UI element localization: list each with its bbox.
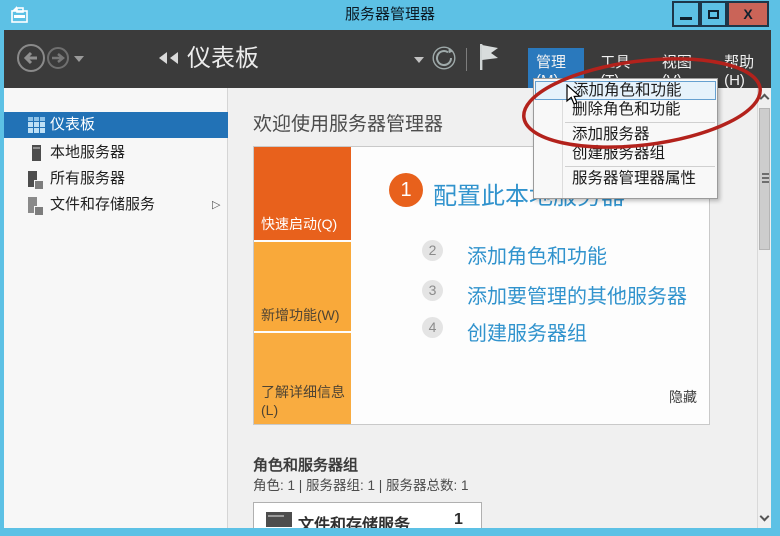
welcome-heading: 欢迎使用服务器管理器 — [253, 114, 444, 135]
sidebar: 仪表板 本地服务器 所有服务器 文件和存储服务 ▷ — [4, 88, 228, 528]
vertical-scrollbar[interactable] — [757, 88, 771, 528]
roles-groups-stats: 角色: 1 | 服务器组: 1 | 服务器总数: 1 — [253, 478, 469, 493]
expand-arrow-icon[interactable]: ▷ — [212, 192, 220, 218]
step-2-link[interactable]: 添加角色和功能 — [467, 240, 607, 269]
toolbar-divider — [466, 48, 467, 71]
scroll-down-icon[interactable] — [759, 511, 770, 522]
forward-icon[interactable] — [46, 46, 70, 70]
all-servers-icon — [28, 171, 44, 190]
notifications-flag-icon[interactable] — [478, 42, 500, 72]
learn-more-tile[interactable]: 了解详细信息(L) — [254, 333, 351, 424]
menu-item-add-roles-features[interactable]: 添加角色和功能 — [535, 81, 716, 100]
scroll-up-icon[interactable] — [759, 93, 770, 104]
step-3-link[interactable]: 添加要管理的其他服务器 — [467, 280, 687, 309]
menu-item-remove-roles-features[interactable]: 删除角色和功能 — [535, 100, 716, 119]
file-storage-icon — [28, 197, 44, 216]
step-4-badge: 4 — [422, 317, 443, 338]
window-title: 服务器管理器 — [344, 6, 435, 23]
menu-item-create-server-group[interactable]: 创建服务器组 — [535, 144, 716, 163]
menu-item-server-manager-properties[interactable]: 服务器管理器属性 — [535, 169, 716, 188]
collapse-chevrons-icon[interactable] — [159, 52, 178, 64]
quick-start-tile[interactable]: 快速启动(Q) — [254, 147, 351, 240]
manage-dropdown-menu: 添加角色和功能 删除角色和功能 添加服务器 创建服务器组 服务器管理器属性 — [533, 78, 718, 199]
sidebar-item-all-servers[interactable]: 所有服务器 — [4, 166, 228, 192]
back-icon[interactable] — [16, 43, 46, 73]
file-storage-group-icon — [266, 512, 292, 527]
close-icon: X — [743, 6, 753, 22]
server-count-badge: 1 — [454, 511, 463, 528]
local-server-icon — [32, 145, 41, 161]
menu-separator — [565, 122, 715, 123]
menu-separator — [565, 166, 715, 167]
breadcrumb-dropdown-icon[interactable] — [414, 57, 424, 63]
mouse-cursor-icon — [566, 84, 582, 105]
history-dropdown-icon[interactable] — [74, 56, 84, 62]
step-3-badge: 3 — [422, 280, 443, 301]
breadcrumb: 仪表板 — [187, 45, 259, 72]
minimize-icon — [680, 16, 692, 20]
refresh-icon[interactable] — [432, 46, 456, 70]
menu-item-add-servers[interactable]: 添加服务器 — [535, 125, 716, 144]
scrollbar-thumb[interactable] — [759, 108, 770, 250]
maximize-icon — [708, 9, 719, 19]
server-manager-window: 服务器管理器 X 仪表板 管理(M) 工具(T) 视 — [0, 0, 780, 536]
menu-help[interactable]: 帮助(H) — [716, 48, 771, 92]
dashboard-icon — [28, 117, 45, 133]
sidebar-item-file-storage[interactable]: 文件和存储服务 ▷ — [4, 192, 228, 218]
whats-new-tile[interactable]: 新增功能(W) — [254, 242, 351, 331]
sidebar-item-local-server[interactable]: 本地服务器 — [4, 140, 228, 166]
step-1-badge: 1 — [389, 173, 423, 207]
sidebar-item-dashboard[interactable]: 仪表板 — [4, 112, 228, 138]
file-storage-group-tile[interactable]: 文件和存储服务 1 — [253, 502, 482, 528]
step-4-link[interactable]: 创建服务器组 — [467, 317, 587, 346]
minimize-button[interactable] — [672, 1, 700, 27]
roles-groups-heading: 角色和服务器组 — [253, 457, 359, 474]
scrollbar-grip-icon — [762, 173, 769, 175]
close-button[interactable]: X — [727, 1, 769, 27]
maximize-button[interactable] — [700, 1, 727, 27]
step-2-badge: 2 — [422, 240, 443, 261]
hide-link[interactable]: 隐藏 — [669, 387, 697, 407]
titlebar: 服务器管理器 X — [0, 0, 780, 30]
